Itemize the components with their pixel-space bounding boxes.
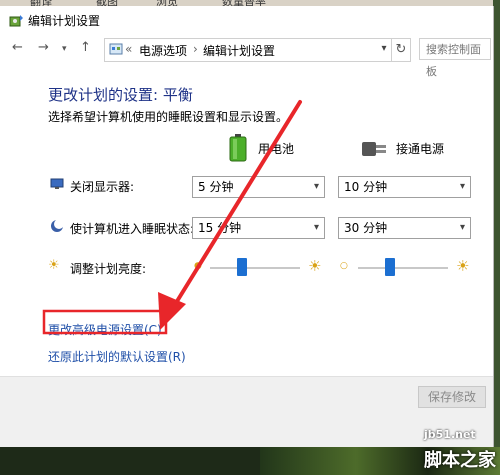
highlight-box: [42, 309, 168, 335]
annotation-overlay: [42, 100, 302, 335]
arrow-shaft: [169, 100, 302, 313]
watermark-brand: 脚本之家: [424, 450, 496, 471]
arrow-head: [158, 292, 186, 330]
watermark-domain: jb51.net: [424, 428, 476, 441]
